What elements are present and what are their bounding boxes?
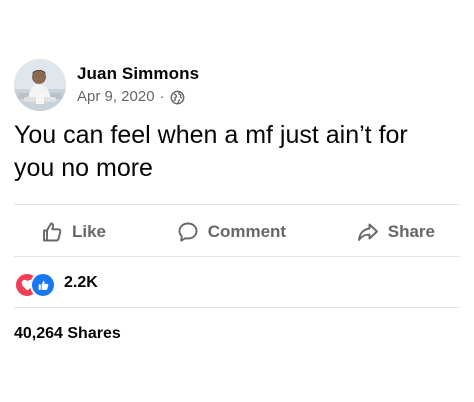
reaction-icons: [14, 270, 58, 298]
like-label: Like: [72, 222, 107, 241]
globe-icon: [170, 90, 185, 105]
thumbs-up-icon: [43, 222, 62, 242]
comment-bubble-icon: [178, 222, 198, 242]
share-button[interactable]: Share: [356, 220, 435, 244]
post-subline: Apr 9, 2020 ·: [77, 88, 199, 106]
divider-top: [14, 204, 460, 205]
comment-label: Comment: [207, 222, 287, 241]
reaction-count: 2.2K: [64, 274, 98, 291]
post-date[interactable]: Apr 9, 2020: [77, 88, 155, 106]
share-arrow-icon: [357, 223, 378, 241]
post-text: You can feel when a mf just ain’t for yo…: [14, 121, 408, 182]
separator-dot: ·: [159, 88, 165, 105]
post-meta: Juan Simmons Apr 9, 2020 ·: [77, 64, 199, 106]
like-reaction-icon: [30, 272, 56, 298]
like-button[interactable]: Like: [40, 220, 106, 244]
post-header: Juan Simmons Apr 9, 2020 ·: [14, 57, 199, 113]
author-name[interactable]: Juan Simmons: [77, 64, 199, 84]
divider-middle: [14, 256, 460, 257]
reactions-summary[interactable]: 2.2K: [14, 270, 98, 298]
avatar[interactable]: [14, 59, 66, 111]
action-bar: Like Comment Share: [14, 213, 460, 251]
facebook-post: Juan Simmons Apr 9, 2020 · You can feel …: [0, 0, 474, 402]
share-label: Share: [387, 222, 435, 241]
comment-button[interactable]: Comment: [176, 220, 286, 244]
divider-bottom: [14, 307, 460, 308]
shares-count[interactable]: 40,264 Shares: [14, 325, 121, 343]
profile-photo: [14, 59, 66, 111]
